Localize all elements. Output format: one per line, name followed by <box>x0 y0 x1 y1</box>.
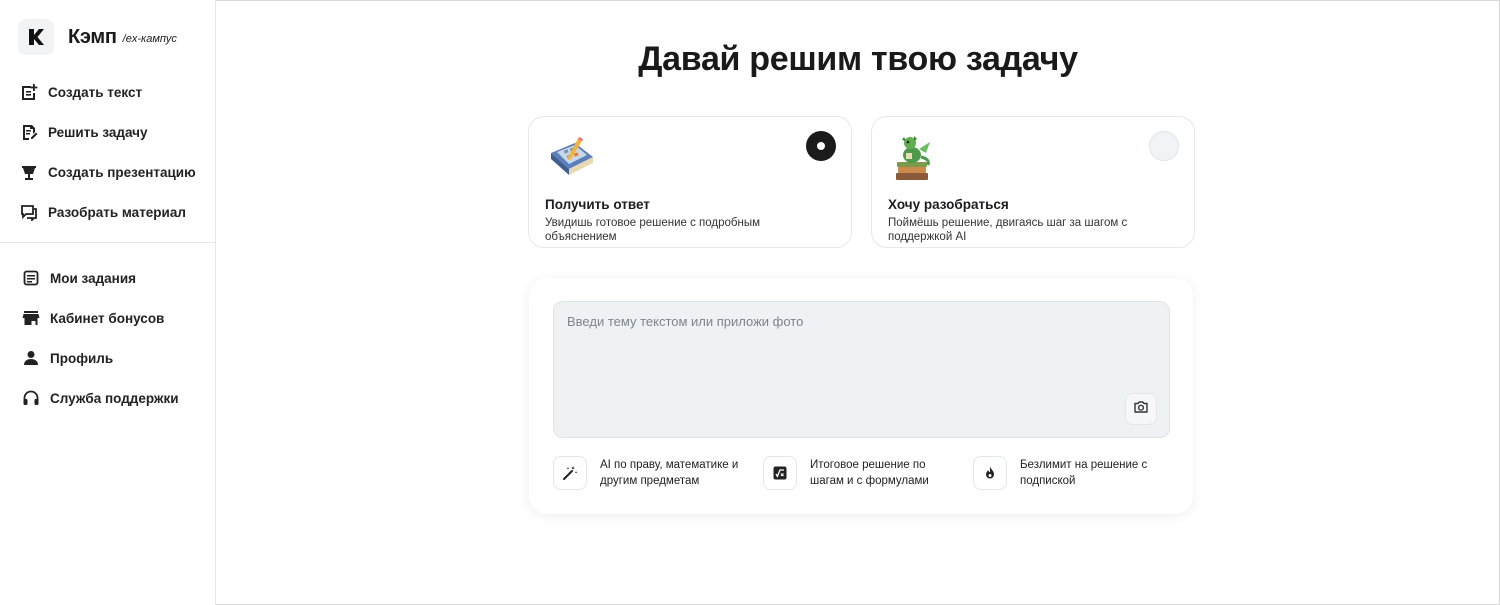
brand-sub: /ex-кампус <box>122 33 177 45</box>
feature-ai-subjects: AI по праву, математике и другим предмет… <box>553 456 740 490</box>
sidebar-item-label: Создать презентацию <box>48 164 196 180</box>
mode-title: Хочу разобраться <box>888 197 1009 212</box>
task-input-box <box>553 301 1170 438</box>
flame-icon <box>973 456 1007 490</box>
formula-icon <box>763 456 797 490</box>
sidebar-item-bonus-cabinet[interactable]: Кабинет бонусов <box>0 298 215 338</box>
headphones-icon <box>22 389 40 407</box>
task-input[interactable] <box>554 302 1169 437</box>
sidebar-item-analyze-material[interactable]: Разобрать материал <box>0 192 215 232</box>
sidebar: Кэмп /ex-кампус Создать текст Решить зад… <box>0 0 216 605</box>
sidebar-item-profile[interactable]: Профиль <box>0 338 215 378</box>
sidebar-item-create-presentation[interactable]: Создать презентацию <box>0 152 215 192</box>
page-title: Давай решим твою задачу <box>638 40 1078 78</box>
magic-wand-icon <box>553 456 587 490</box>
feature-step-solution: Итоговое решение по шагам и с формулами <box>763 456 950 490</box>
document-plus-icon <box>20 83 38 101</box>
feature-unlimited: Безлимит на решение с подпиской <box>973 456 1160 490</box>
mode-radio-unselected[interactable] <box>1149 131 1179 161</box>
mode-card-understand[interactable]: Хочу разобраться Поймёшь решение, двигая… <box>871 116 1195 248</box>
list-document-icon <box>22 269 40 287</box>
sidebar-item-label: Решить задачу <box>48 124 148 140</box>
mode-card-get-answer[interactable]: Получить ответ Увидишь готовое решение с… <box>528 116 852 248</box>
mode-radio-selected[interactable] <box>806 131 836 161</box>
sidebar-item-label: Разобрать материал <box>48 204 186 220</box>
chat-bubbles-icon <box>20 203 38 221</box>
store-icon <box>22 309 40 327</box>
secondary-nav: Мои задания Кабинет бонусов Профиль Служ… <box>0 258 215 418</box>
brand-name: Кэмп <box>68 25 117 48</box>
mode-description: Увидишь готовое решение с подробным объя… <box>545 217 761 243</box>
sidebar-item-label: Профиль <box>50 350 114 366</box>
person-icon <box>22 349 40 367</box>
sidebar-divider <box>0 242 215 243</box>
sidebar-item-support[interactable]: Служба поддержки <box>0 378 215 418</box>
camera-icon <box>1133 399 1149 420</box>
sidebar-item-label: Кабинет бонусов <box>50 310 165 326</box>
sidebar-item-my-tasks[interactable]: Мои задания <box>0 258 215 298</box>
mode-description: Поймёшь решение, двигаясь шаг за шагом с… <box>888 217 1128 243</box>
feature-text: Безлимит на решение с подпиской <box>1020 459 1148 487</box>
sidebar-item-label: Создать текст <box>48 84 143 100</box>
logo[interactable]: Кэмп /ex-кампус <box>18 19 177 55</box>
mode-title: Получить ответ <box>545 197 650 212</box>
feature-text: AI по праву, математике и другим предмет… <box>600 459 739 487</box>
logo-icon <box>18 19 54 55</box>
sidebar-item-label: Мои задания <box>50 270 136 286</box>
feature-text: Итоговое решение по шагам и с формулами <box>810 459 929 487</box>
presentation-icon <box>20 163 38 181</box>
sidebar-item-create-text[interactable]: Создать текст <box>0 72 215 112</box>
sidebar-item-solve-task[interactable]: Решить задачу <box>0 112 215 152</box>
edit-document-icon <box>20 123 38 141</box>
dragon-books-icon <box>888 133 940 185</box>
sidebar-item-label: Служба поддержки <box>50 390 179 406</box>
calculator-book-icon <box>545 133 597 185</box>
attach-photo-button[interactable] <box>1125 393 1157 425</box>
primary-nav: Создать текст Решить задачу Создать през… <box>0 72 215 232</box>
task-input-panel: AI по праву, математике и другим предмет… <box>529 278 1193 514</box>
